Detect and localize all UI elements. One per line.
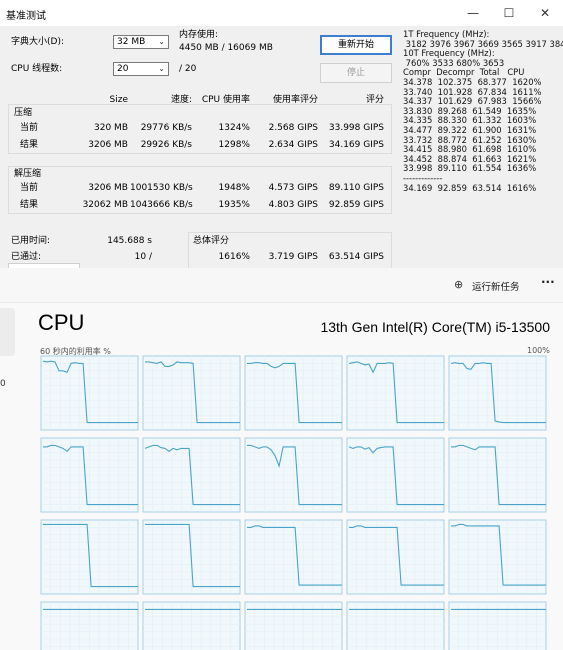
frequency-line: 34.169 92.859 63.514 1616% — [403, 182, 537, 193]
total-rating: 63.514 GIPS — [328, 252, 384, 262]
cell-cpu: 1948% — [218, 183, 250, 193]
core-graph — [40, 355, 139, 431]
core-graph — [244, 519, 343, 595]
frequency-log: 1T Frequency (MHz): 3182 3976 3967 3669 … — [403, 29, 563, 193]
core-graph-grid — [40, 355, 547, 650]
memory-label: 内存使用: — [179, 30, 219, 40]
cell-speed: 29926 KB/s — [140, 140, 192, 150]
title-bar[interactable]: 基准测试 — ☐ ✕ — [0, 0, 563, 26]
core-graph — [142, 601, 241, 650]
cell-rating: 89.110 GIPS — [328, 183, 384, 193]
row-name: 当前 — [20, 183, 39, 193]
elapsed-value: 145.688 s — [107, 236, 152, 246]
dict-size-select[interactable]: 32 MB ⌄ — [113, 35, 169, 49]
cell-rating-cpu: 4.573 GIPS — [268, 183, 318, 193]
core-graph — [244, 601, 343, 650]
cell-size: 32062 MB — [82, 200, 128, 210]
close-icon[interactable]: ✕ — [527, 0, 563, 26]
total-label: 总体评分 — [193, 236, 230, 247]
passed-label: 已通过: — [11, 252, 42, 262]
threads-value: 20 — [117, 64, 129, 74]
core-graph — [40, 437, 139, 513]
threads-label: CPU 线程数: — [11, 64, 63, 74]
cell-speed: 1001530 KB/s — [130, 183, 193, 193]
restart-button[interactable]: 重新开始 — [320, 35, 392, 55]
task-manager-performance: ⊕ 运行新任务 ··· 0 CPU 13th Gen Intel(R) Core… — [0, 268, 563, 650]
maximize-icon[interactable]: ☐ — [491, 0, 527, 26]
core-graph — [244, 355, 343, 431]
cell-rating-cpu: 4.803 GIPS — [268, 200, 318, 210]
threads-total: / 20 — [179, 64, 197, 74]
core-graph — [448, 519, 547, 595]
minimize-icon[interactable]: — — [455, 0, 491, 26]
core-graph — [448, 355, 547, 431]
core-graph — [448, 601, 547, 650]
row-name: 当前 — [20, 123, 39, 133]
cell-rating-cpu: 2.634 GIPS — [268, 140, 318, 150]
cell-size: 3206 MB — [88, 140, 128, 150]
total-rating-cpu: 3.719 GIPS — [268, 252, 318, 262]
core-graph — [40, 601, 139, 650]
core-graph — [346, 437, 445, 513]
benchmark-window: 基准测试 — ☐ ✕ 字典大小(D): 32 MB ⌄ 内存使用: 4450 MB… — [0, 0, 563, 268]
passed-value: 10 / — [134, 252, 152, 262]
window-title: 基准测试 — [6, 11, 46, 22]
cell-rating-cpu: 2.568 GIPS — [268, 123, 318, 133]
dict-size-value: 32 MB — [117, 37, 146, 47]
cell-size: 3206 MB — [88, 183, 128, 193]
core-graph — [346, 355, 445, 431]
chevron-down-icon: ⌄ — [158, 64, 165, 73]
core-graph — [142, 437, 241, 513]
cell-rating: 33.998 GIPS — [328, 123, 384, 133]
cell-cpu: 1298% — [218, 140, 250, 150]
cell-speed: 29776 KB/s — [140, 123, 192, 133]
cell-rating: 92.859 GIPS — [328, 200, 384, 210]
decompress-label: 解压缩 — [14, 169, 42, 180]
core-graph — [142, 519, 241, 595]
threads-select[interactable]: 20 ⌄ — [113, 62, 169, 76]
memory-value: 4450 MB / 16069 MB — [179, 43, 273, 53]
cell-cpu: 1324% — [218, 123, 250, 133]
core-graph — [448, 437, 547, 513]
compress-label: 压缩 — [14, 108, 33, 119]
cell-rating: 34.169 GIPS — [328, 140, 384, 150]
core-graph — [244, 437, 343, 513]
core-graph — [142, 355, 241, 431]
stop-button[interactable]: 停止 — [320, 63, 392, 83]
cell-size: 320 MB — [94, 123, 128, 133]
core-graph — [40, 519, 139, 595]
chevron-down-icon: ⌄ — [158, 37, 165, 46]
row-name: 结果 — [20, 200, 39, 210]
dict-size-label: 字典大小(D): — [11, 37, 64, 47]
core-graph — [346, 601, 445, 650]
row-name: 结果 — [20, 140, 39, 150]
cell-speed: 1043666 KB/s — [130, 200, 193, 210]
cell-cpu: 1935% — [218, 200, 250, 210]
core-graph — [346, 519, 445, 595]
elapsed-label: 已用时间: — [11, 236, 51, 246]
total-cpu: 1616% — [218, 252, 250, 262]
